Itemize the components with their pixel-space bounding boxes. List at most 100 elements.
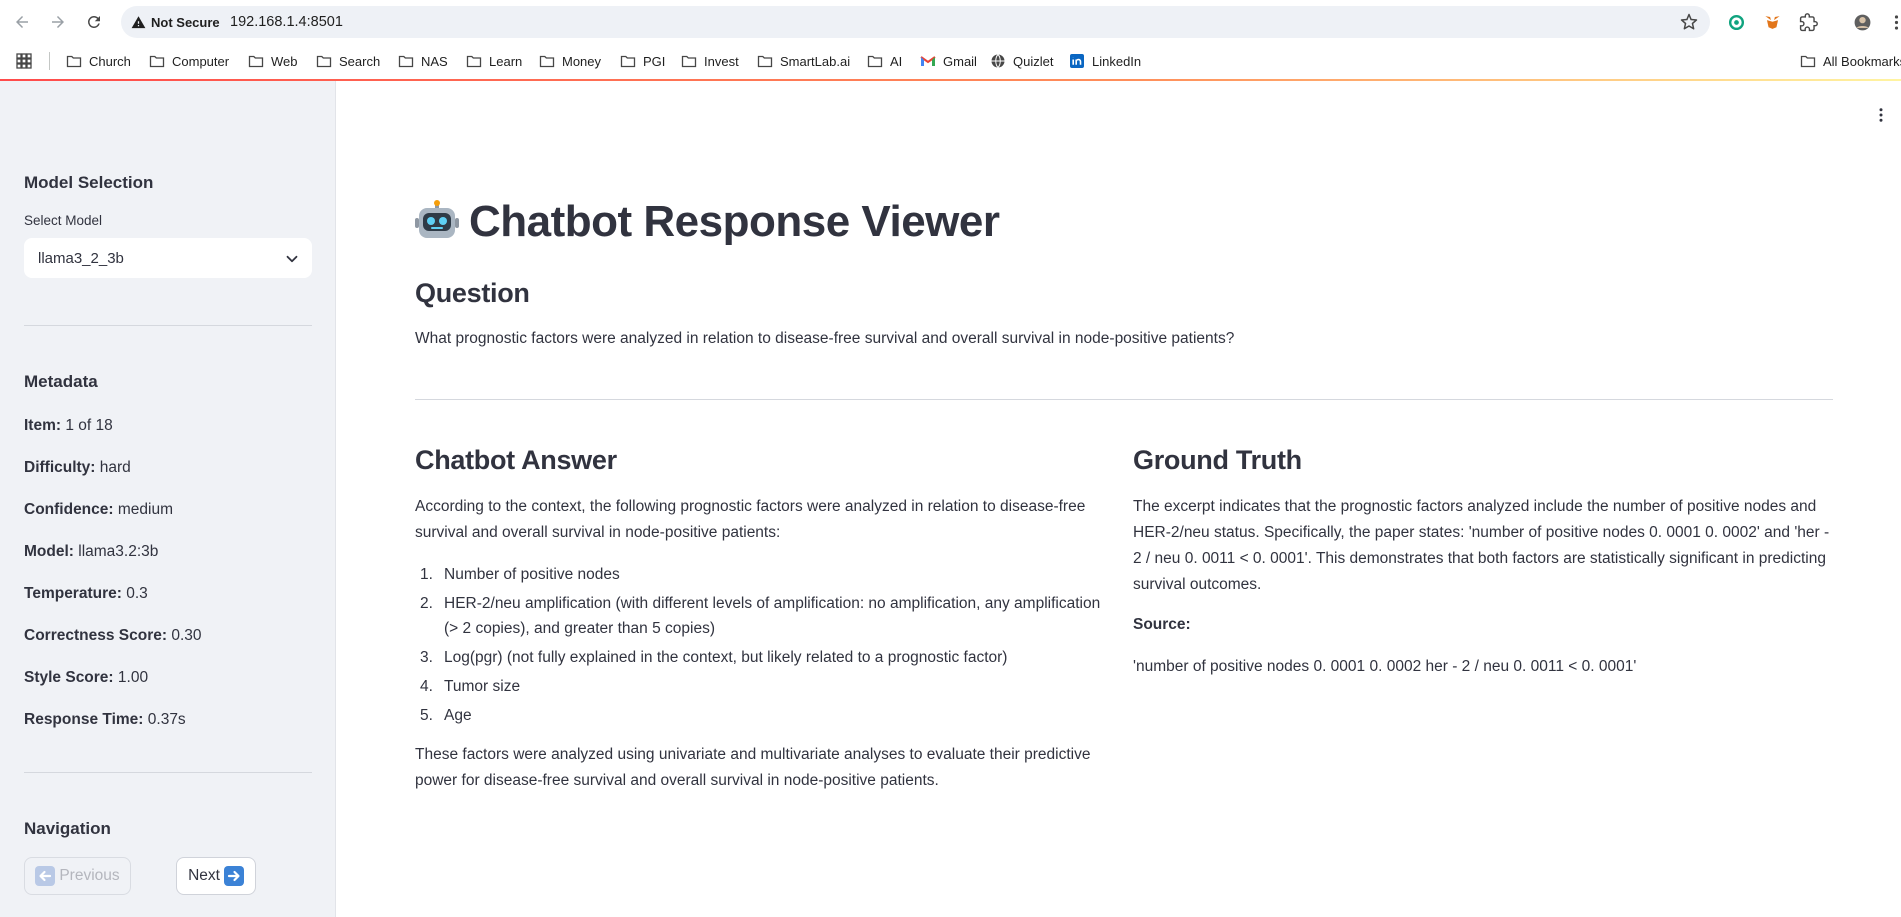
- address-bar[interactable]: Not Secure 192.168.1.4:8501: [121, 6, 1710, 38]
- question-text: What prognostic factors were analyzed in…: [415, 330, 1235, 347]
- answer-intro: According to the context, the following …: [415, 498, 1086, 541]
- browser-menu-button[interactable]: [1885, 11, 1901, 33]
- folder-icon: [681, 55, 697, 68]
- bookmark-pgi[interactable]: PGI: [620, 50, 665, 72]
- folder-icon: [398, 55, 414, 68]
- bookmark-label: Computer: [172, 53, 230, 69]
- globe-icon: [991, 54, 1005, 68]
- app-menu-icon[interactable]: [1872, 106, 1890, 124]
- ground-truth-text: The excerpt indicates that the prognosti…: [1133, 498, 1830, 593]
- answer-outro: These factors were analyzed using univar…: [415, 746, 1091, 789]
- model-select[interactable]: llama3_2_3b: [24, 238, 312, 278]
- metadata-row: Temperature: 0.3: [24, 585, 148, 603]
- security-indicator[interactable]: Not Secure: [131, 13, 220, 31]
- chevron-down-icon: [286, 255, 298, 263]
- folder-icon: [539, 55, 555, 68]
- bookmark-label: Invest: [704, 53, 739, 69]
- bookmark-web[interactable]: Web: [248, 50, 298, 72]
- metadata-row: Style Score: 1.00: [24, 669, 148, 687]
- previous-button[interactable]: Previous: [24, 857, 131, 895]
- bookmark-quizlet[interactable]: Quizlet: [990, 50, 1053, 72]
- folder-icon: [757, 55, 773, 68]
- question-heading: Question: [415, 278, 530, 308]
- linkedin-icon: [1070, 54, 1084, 68]
- navigation-heading: Navigation: [24, 819, 111, 838]
- answer-item-text: HER-2/neu amplification (with different …: [444, 595, 1101, 637]
- page-title: Chatbot Response Viewer: [415, 196, 1000, 248]
- bookmark-gmail[interactable]: Gmail: [920, 50, 977, 72]
- back-button[interactable]: [11, 11, 33, 33]
- next-label: Next: [188, 867, 220, 884]
- extensions-button[interactable]: [1797, 11, 1819, 33]
- extension-metamask-icon[interactable]: [1761, 11, 1783, 33]
- answer-list: 1. Number of positive nodes 2. HER-2/neu am…: [415, 562, 1115, 732]
- all-bookmarks-button[interactable]: All Bookmarks: [1800, 50, 1901, 72]
- bookmark-search[interactable]: Search: [316, 50, 380, 72]
- model-select-value: llama3_2_3b: [38, 250, 124, 267]
- bookmark-label: NAS: [421, 53, 448, 69]
- gmail-icon: [920, 56, 936, 66]
- right-arrow-icon: [223, 866, 244, 886]
- apps-button[interactable]: [16, 50, 39, 72]
- bookmark-learn[interactable]: Learn: [466, 50, 522, 72]
- answer-list-item: 1. Number of positive nodes: [415, 562, 1115, 587]
- metadata-value: 1.00: [117, 669, 149, 686]
- bookmark-label: Quizlet: [1013, 53, 1054, 69]
- puzzle-icon: [1799, 12, 1818, 31]
- openai-icon: [1728, 14, 1744, 30]
- metadata-value: 0.37s: [147, 711, 186, 728]
- folder-icon: [1800, 55, 1816, 68]
- folder-icon: [248, 55, 264, 68]
- bookmark-church[interactable]: Church: [66, 50, 131, 72]
- bookmark-smartlab-ai[interactable]: SmartLab.ai: [757, 50, 850, 72]
- sidebar: Model Selection Select Model llama3_2_3b…: [0, 81, 336, 917]
- list-number: 1.: [420, 566, 433, 583]
- list-number: 3.: [420, 649, 433, 666]
- metadata-row: Response Time: 0.37s: [24, 711, 186, 729]
- bookmarks-separator: [49, 52, 50, 70]
- vertical-dots-icon: [1894, 14, 1898, 30]
- bookmark-linkedin[interactable]: LinkedIn: [1069, 50, 1141, 72]
- answer-list-item: 2. HER-2/neu amplification (with differen…: [415, 591, 1115, 641]
- metadata-value: 0.3: [126, 585, 148, 602]
- metadata-heading: Metadata: [24, 372, 98, 391]
- next-button[interactable]: Next: [176, 857, 256, 895]
- answer-item-text: Age: [444, 707, 472, 724]
- page-title-text: Chatbot Response Viewer: [469, 197, 1000, 246]
- bookmark-label: Search: [339, 53, 381, 69]
- avatar-icon: [1854, 14, 1870, 30]
- metadata-key: Model:: [24, 543, 74, 560]
- extension-chatgpt-icon[interactable]: [1725, 11, 1747, 33]
- metadata-key: Style Score:: [24, 669, 114, 686]
- profile-avatar[interactable]: [1851, 11, 1873, 33]
- metadata-row: Difficulty: hard: [24, 459, 131, 477]
- source-text: 'number of positive nodes 0. 0001 0. 000…: [1133, 658, 1637, 675]
- metadata-value: llama3.2:3b: [78, 543, 159, 560]
- reload-button[interactable]: [83, 11, 105, 33]
- section-divider: [415, 399, 1833, 400]
- bookmark-computer[interactable]: Computer: [149, 50, 229, 72]
- bookmark-label: PGI: [643, 53, 666, 69]
- source-label: Source:: [1133, 616, 1191, 633]
- bookmark-ai[interactable]: AI: [867, 50, 902, 72]
- all-bookmarks-label: All Bookmarks: [1823, 53, 1901, 69]
- url-text[interactable]: 192.168.1.4:8501: [230, 14, 343, 30]
- metadata-value: medium: [117, 501, 174, 518]
- sidebar-divider: [24, 772, 312, 773]
- answer-item-text: Log(pgr) (not fully explained in the con…: [444, 649, 1008, 666]
- bookmark-star-icon[interactable]: [1680, 13, 1698, 31]
- browser-toolbar: Not Secure 192.168.1.4:8501: [0, 0, 1901, 44]
- metadata-key: Difficulty:: [24, 459, 96, 476]
- bookmark-nas[interactable]: NAS: [398, 50, 448, 72]
- reload-icon: [87, 15, 100, 28]
- bookmark-label: Gmail: [943, 53, 977, 69]
- bookmark-label: AI: [890, 53, 903, 69]
- answer-list-item: 3. Log(pgr) (not fully explained in the c…: [415, 645, 1115, 670]
- apps-grid-icon: [16, 53, 32, 69]
- bookmark-money[interactable]: Money: [539, 50, 601, 72]
- chatbot-answer-heading: Chatbot Answer: [415, 445, 617, 475]
- fox-icon: [1764, 15, 1780, 29]
- forward-button[interactable]: [47, 11, 69, 33]
- bookmark-invest[interactable]: Invest: [681, 50, 739, 72]
- previous-label: Previous: [59, 867, 120, 884]
